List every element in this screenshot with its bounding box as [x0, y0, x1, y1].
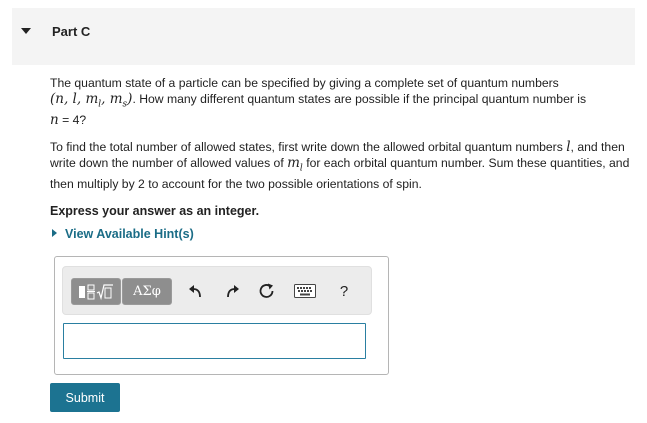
answer-format-instruction: Express your answer as an integer. — [50, 204, 260, 219]
greek-symbols-button[interactable]: ΑΣφ — [122, 278, 172, 305]
templates-icon — [79, 283, 113, 300]
instruction-paragraph: To find the total number of allowed stat… — [50, 139, 630, 191]
templates-button[interactable] — [71, 278, 121, 305]
part-header[interactable] — [12, 8, 635, 65]
math-toolbar: ΑΣφ ? — [62, 266, 372, 315]
question-paragraph: The quantum state of a particle can be s… — [50, 76, 587, 128]
view-hints-link[interactable]: View Available Hint(s) — [52, 227, 194, 241]
expand-triangle-icon — [52, 229, 57, 237]
answer-input[interactable] — [63, 323, 366, 359]
reset-icon[interactable] — [256, 280, 278, 302]
help-icon[interactable]: ? — [333, 280, 355, 302]
question-content: The quantum state of a particle can be s… — [50, 76, 638, 220]
quantum-numbers-math: (n, l, ml, ms) — [50, 90, 133, 110]
part-title: Part C — [52, 24, 91, 39]
submit-button[interactable]: Submit — [50, 383, 120, 412]
collapse-caret-icon[interactable] — [21, 28, 31, 34]
keyboard-icon[interactable] — [292, 280, 318, 302]
undo-icon[interactable] — [184, 280, 206, 302]
redo-icon[interactable] — [222, 280, 244, 302]
